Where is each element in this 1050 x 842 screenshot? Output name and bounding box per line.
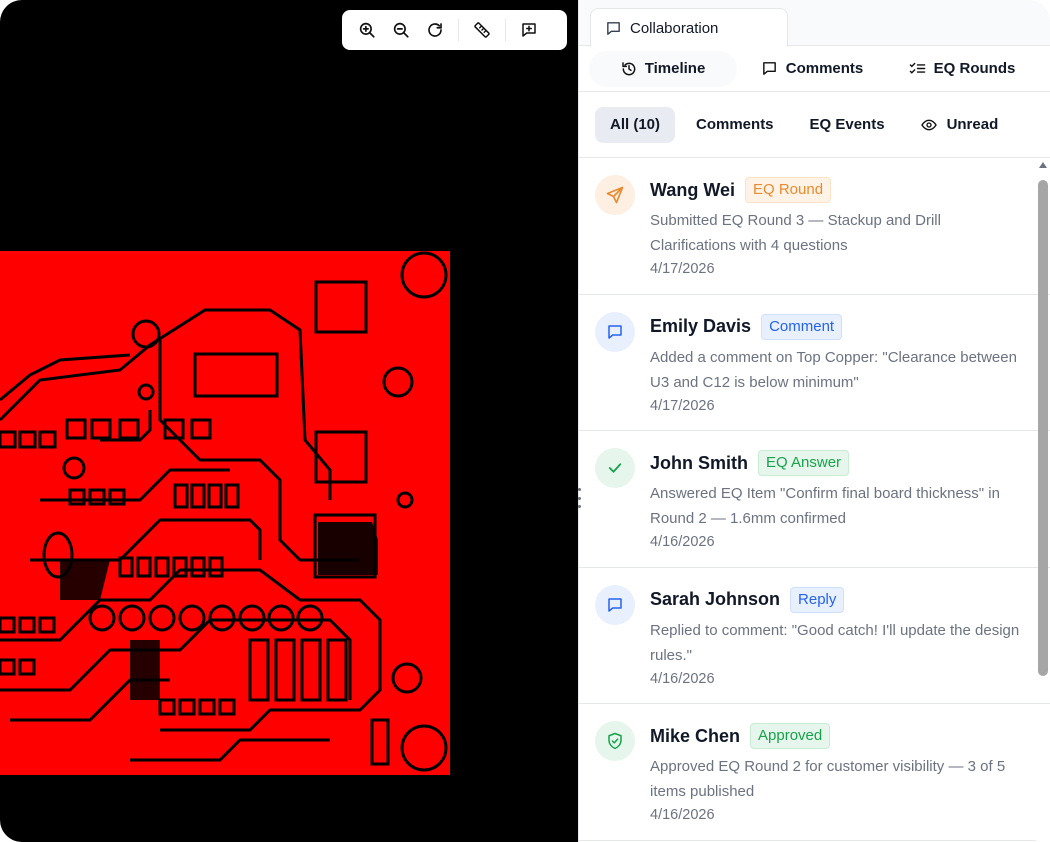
filter-all-label: All (10) <box>610 116 661 133</box>
zoom-out-icon <box>393 22 409 38</box>
send-icon <box>606 186 624 204</box>
item-date: 4/16/2026 <box>650 670 715 687</box>
filter-eq-events-label: EQ Events <box>809 116 885 133</box>
timeline-filters: All (10) Comments EQ Events Unread <box>579 92 1050 158</box>
item-description: Replied to comment: "Good catch! I'll up… <box>650 621 1020 664</box>
toolbar-divider <box>458 19 459 41</box>
ruler-icon <box>474 22 490 38</box>
tab-collaboration-label: Collaboration <box>630 19 719 37</box>
zoom-out-button[interactable] <box>384 15 418 45</box>
item-date: 4/17/2026 <box>650 397 715 414</box>
avatar <box>595 721 635 761</box>
add-comment-icon <box>522 23 536 37</box>
timeline-item[interactable]: Sarah Johnson Reply Replied to comment: … <box>579 568 1050 704</box>
status-badge: Approved <box>750 723 831 749</box>
item-description: Submitted EQ Round 3 — Stackup and Drill… <box>650 212 941 254</box>
timeline-item[interactable]: Mike Chen Approved Approved EQ Round 2 f… <box>579 704 1050 841</box>
app-window: Collaboration Timeline Comments EQ Round… <box>0 0 1050 842</box>
status-badge: Reply <box>790 586 845 613</box>
item-author: Sarah Johnson <box>650 589 781 609</box>
gerber-viewer[interactable] <box>0 0 578 842</box>
tab-collaboration[interactable]: Collaboration <box>590 8 788 47</box>
panel-resize-handle[interactable] <box>575 488 583 508</box>
viewer-toolbar <box>342 10 567 50</box>
scroll-up-icon[interactable] <box>1039 162 1047 168</box>
status-badge: EQ Round <box>745 177 832 203</box>
reset-view-button[interactable] <box>418 15 452 45</box>
timeline-item[interactable]: Wang Wei EQ Round Submitted EQ Round 3 —… <box>579 158 1050 295</box>
toolbar-divider <box>505 19 506 41</box>
filter-unread-label: Unread <box>946 116 999 133</box>
avatar <box>595 584 635 625</box>
comment-icon <box>608 597 622 612</box>
subtab-eq-rounds[interactable]: EQ Rounds <box>887 51 1037 87</box>
avatar <box>595 311 635 352</box>
timeline-item[interactable]: John Smith EQ Answer Answered EQ Item "C… <box>579 431 1050 568</box>
rotate-icon <box>428 23 442 37</box>
scrollbar[interactable] <box>1038 158 1048 842</box>
collaboration-panel: Collaboration Timeline Comments EQ Round… <box>578 0 1050 842</box>
timeline-item[interactable]: Emily Davis Comment Added a comment on T… <box>579 295 1050 431</box>
check-icon <box>608 463 622 473</box>
subtab-comments-label: Comments <box>785 60 864 77</box>
checklist-icon <box>909 62 925 74</box>
item-description: Answered EQ Item "Confirm final board th… <box>650 485 1000 527</box>
eye-icon <box>920 119 937 130</box>
item-date: 4/16/2026 <box>650 534 715 550</box>
item-author: Wang Wei <box>650 179 735 200</box>
board-outline <box>0 251 450 775</box>
timeline-subtabs: Timeline Comments EQ Rounds <box>579 46 1050 92</box>
comment-icon <box>762 62 776 75</box>
filter-all[interactable]: All (10) <box>595 106 676 143</box>
scroll-thumb[interactable] <box>1038 180 1048 676</box>
item-date: 4/17/2026 <box>650 261 715 277</box>
timeline-list[interactable]: Wang Wei EQ Round Submitted EQ Round 3 —… <box>579 158 1050 842</box>
item-author: Mike Chen <box>650 725 741 746</box>
pcb-canvas[interactable] <box>0 0 578 842</box>
filter-eq-events[interactable]: EQ Events <box>795 107 900 143</box>
filter-unread[interactable]: Unread <box>906 107 1014 143</box>
history-icon <box>621 61 636 75</box>
subtab-eq-rounds-label: EQ Rounds <box>933 60 1016 77</box>
avatar <box>595 448 635 488</box>
comment-icon <box>608 324 622 339</box>
item-date: 4/16/2026 <box>650 807 715 823</box>
item-description: Approved EQ Round 2 for customer visibil… <box>650 758 1006 800</box>
item-description: Added a comment on Top Copper: "Clearanc… <box>650 348 1017 391</box>
subtab-timeline[interactable]: Timeline <box>589 50 737 87</box>
comment-icon <box>607 21 620 35</box>
status-badge: EQ Answer <box>758 450 850 476</box>
subtab-timeline-label: Timeline <box>644 60 706 77</box>
item-author: Emily Davis <box>650 316 752 336</box>
filter-comments[interactable]: Comments <box>681 107 789 143</box>
subtab-comments[interactable]: Comments <box>737 51 887 87</box>
item-author: John Smith <box>650 452 748 473</box>
avatar <box>595 175 635 215</box>
status-badge: Comment <box>761 313 843 340</box>
add-comment-button[interactable] <box>512 15 546 45</box>
measure-button[interactable] <box>465 15 499 45</box>
zoom-in-button[interactable] <box>350 15 384 45</box>
panel-tab-bar: Collaboration <box>579 0 1050 47</box>
filter-comments-label: Comments <box>696 116 774 133</box>
shield-check-icon <box>608 732 622 750</box>
zoom-in-icon <box>359 22 375 38</box>
